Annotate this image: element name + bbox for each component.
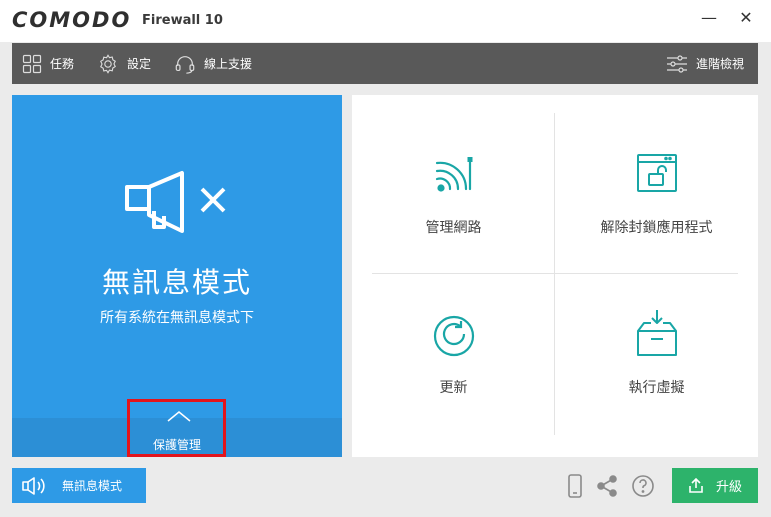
tile-manage-network[interactable]: 管理網路 [352,113,555,273]
muted-speaker-icon [125,171,226,233]
tile-run-virtual[interactable]: 執行虛擬 [555,275,758,435]
status-panel: 無訊息模式 所有系統在無訊息模式下 保護管理 [12,95,342,457]
mobile-icon[interactable] [563,474,587,498]
highlight-annotation [127,399,226,457]
settings-button[interactable]: 設定 [97,43,151,84]
support-label: 線上支援 [204,57,253,71]
grid-icon [22,54,42,73]
share-icon[interactable] [595,474,619,498]
help-icon[interactable] [631,474,655,498]
tasks-button[interactable]: 任務 [22,43,74,84]
unlock-app-icon [636,154,677,192]
upgrade-button[interactable]: 升級 [672,468,758,503]
horizontal-divider [372,273,738,274]
tile-update-label: 更新 [439,380,468,396]
tile-unblock-apps-label: 解除封鎖應用程式 [600,220,713,236]
settings-label: 設定 [127,57,152,71]
tasks-label: 任務 [50,57,75,71]
headset-icon [175,55,195,74]
sliders-icon [667,54,687,73]
minimize-button[interactable]: — [696,6,722,28]
main-toolbar: 任務 設定 線上支援 進階檢視 [12,43,758,84]
support-button[interactable]: 線上支援 [174,43,252,84]
upload-icon [689,477,703,493]
advanced-view-label: 進階檢視 [696,57,745,71]
product-name: Firewall 10 [142,13,223,28]
silent-mode-label: 無訊息模式 [62,479,123,493]
tile-unblock-apps[interactable]: 解除封鎖應用程式 [555,113,758,273]
tile-update[interactable]: 更新 [352,275,555,435]
wifi-network-icon [435,157,472,192]
silent-mode-button[interactable]: 無訊息模式 [12,468,146,503]
close-button[interactable]: ✕ [733,6,759,28]
title-bar: COMODO Firewall 10 — ✕ [0,0,771,42]
status-subtitle: 所有系統在無訊息模式下 [100,310,254,326]
virtual-box-icon [636,310,677,356]
app-logo: COMODO [12,8,132,32]
tile-manage-network-label: 管理網路 [425,220,482,236]
tile-run-virtual-label: 執行虛擬 [628,380,685,396]
gear-icon [100,53,116,74]
advanced-view-button[interactable]: 進階檢視 [666,43,744,84]
refresh-icon [433,315,474,357]
tasks-panel: 管理網路 解除封鎖應用程式 更新 執行虛擬 [352,95,758,457]
upgrade-label: 升級 [715,480,742,495]
status-title: 無訊息模式 [101,266,252,299]
muted-speaker-icon [22,476,45,495]
